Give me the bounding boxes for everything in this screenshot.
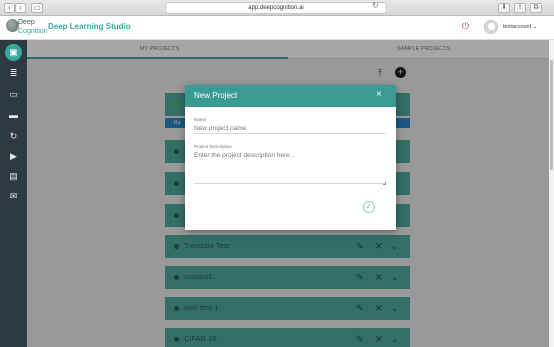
app-header: Deep Cognition Deep Learning Studio ⏻ te… bbox=[0, 16, 554, 40]
close-icon[interactable]: × bbox=[376, 89, 382, 100]
laptop-icon[interactable]: ▬ bbox=[6, 109, 21, 122]
username: testaccount bbox=[503, 24, 532, 30]
power-icon[interactable]: ⏻ bbox=[462, 21, 469, 32]
folder-icon[interactable]: ▭ bbox=[6, 88, 21, 101]
logo-text-cognition: Cognition bbox=[18, 28, 48, 35]
app-title: Deep Learning Studio bbox=[48, 22, 131, 31]
avatar[interactable] bbox=[484, 20, 498, 34]
sidebar-toggle-icon[interactable]: ▭ bbox=[31, 3, 43, 13]
project-name-input[interactable] bbox=[194, 123, 386, 134]
tabs-icon[interactable]: ⧉ bbox=[530, 3, 542, 13]
forward-icon[interactable]: › bbox=[15, 3, 26, 13]
sidebar: ▣ ≣ ▭ ▬ ↻ ▶ ▤ ✉ bbox=[0, 40, 27, 347]
check-icon[interactable]: ✓ bbox=[363, 201, 375, 213]
project-description-input[interactable] bbox=[194, 152, 386, 184]
mail-icon[interactable]: ✉ bbox=[6, 190, 21, 203]
refresh-icon[interactable]: ↻ bbox=[6, 130, 21, 143]
id-card-icon[interactable]: ▤ bbox=[6, 170, 21, 183]
back-icon[interactable]: ‹ bbox=[4, 3, 15, 13]
logo[interactable]: Deep Cognition bbox=[6, 18, 48, 38]
scrollbar[interactable] bbox=[549, 40, 554, 347]
address-bar[interactable]: app.deepcognition.ai bbox=[165, 2, 387, 14]
user-menu[interactable]: testaccount ⌄ bbox=[503, 24, 537, 30]
resize-handle[interactable] bbox=[383, 182, 386, 185]
description-label: Project Description bbox=[194, 144, 232, 149]
name-label: Name bbox=[194, 117, 207, 122]
datasets-icon[interactable]: ≣ bbox=[6, 67, 21, 80]
dialog-title: New Project bbox=[194, 91, 238, 100]
new-project-dialog: New Project × Name Project Description ✓ bbox=[185, 85, 396, 230]
browser-toolbar: ‹ › ▭ app.deepcognition.ai ↻ ⬇ ⇪ ⧉ bbox=[0, 0, 554, 16]
chevron-down-icon: ⌄ bbox=[532, 24, 538, 30]
downloads-icon[interactable]: ⬇ bbox=[498, 3, 510, 13]
video-icon[interactable]: ▶ bbox=[6, 150, 21, 163]
share-icon[interactable]: ⇪ bbox=[514, 3, 526, 13]
projects-icon[interactable]: ▣ bbox=[5, 44, 22, 61]
logo-text-deep: Deep bbox=[18, 19, 35, 26]
dialog-header: New Project × bbox=[185, 85, 396, 107]
scrollbar-thumb[interactable] bbox=[550, 60, 553, 170]
